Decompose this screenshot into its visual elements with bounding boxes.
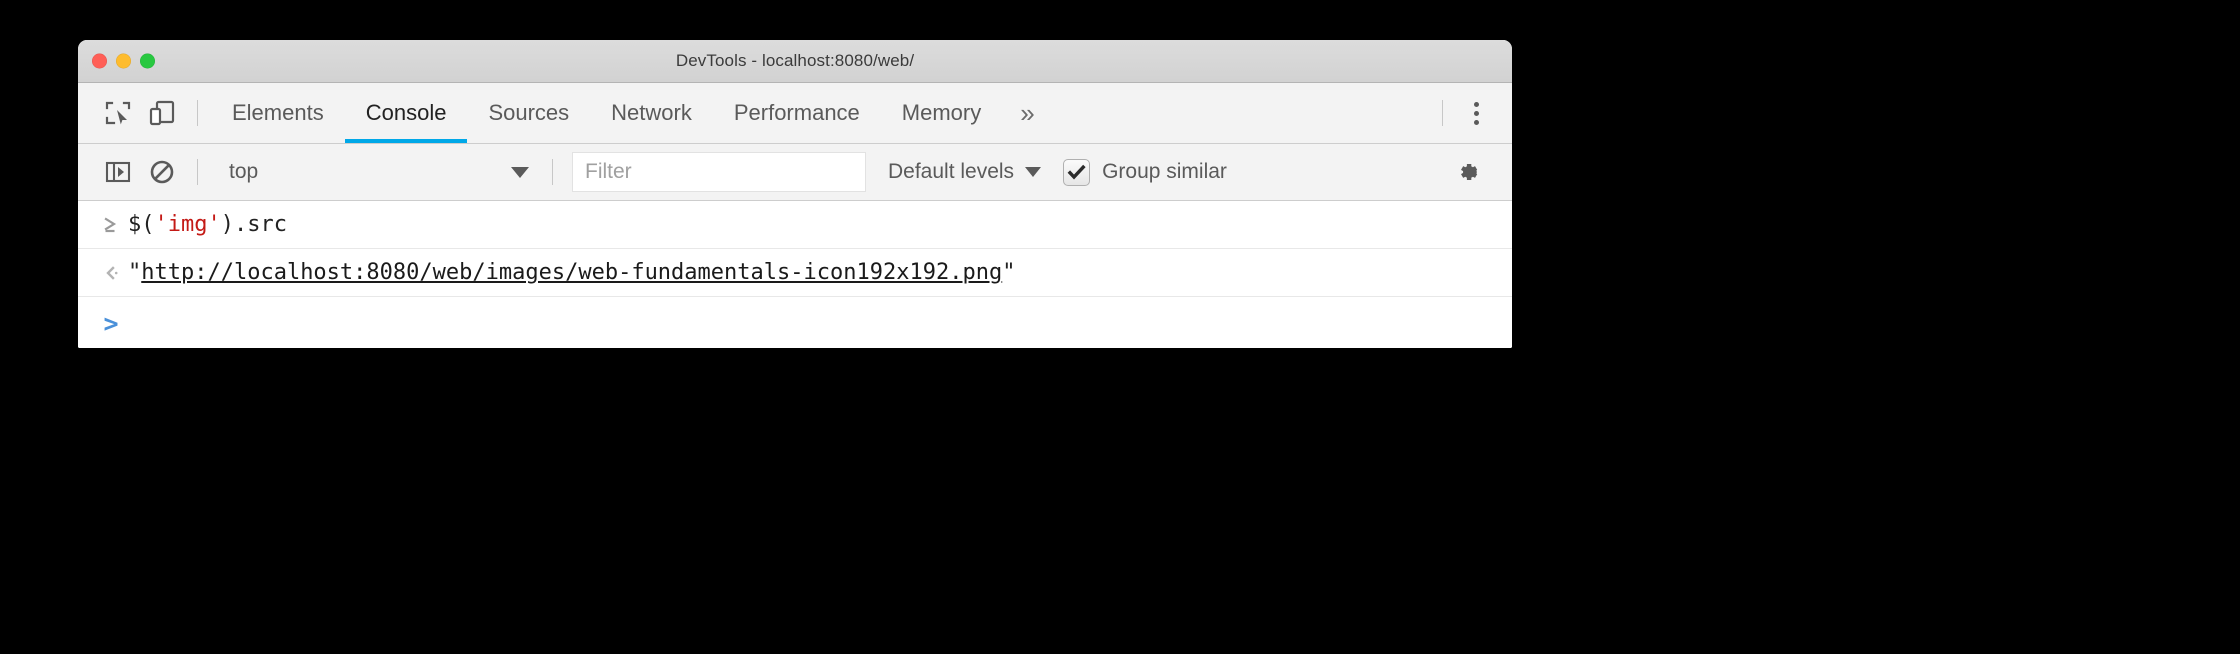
toolbar-divider [1442, 100, 1443, 126]
log-levels-dropdown[interactable]: Default levels [888, 160, 1042, 184]
kebab-dot [1473, 110, 1479, 116]
filter-placeholder: Filter [585, 160, 632, 183]
more-tabs-chevron-icon[interactable]: » [1002, 83, 1052, 143]
toolbar-divider [552, 159, 553, 185]
tab-label: Console [365, 100, 447, 125]
console-input-row[interactable]: $('img').src [78, 201, 1512, 249]
expression-prefix: $( [128, 212, 155, 237]
console-sidebar-toggle-icon[interactable] [96, 150, 140, 194]
tab-label: Network [611, 100, 692, 125]
clear-console-icon[interactable] [140, 150, 184, 194]
filter-input[interactable]: Filter [572, 152, 866, 192]
tab-label: Elements [232, 100, 324, 125]
inspect-element-icon[interactable] [96, 91, 140, 135]
tab-sources[interactable]: Sources [467, 83, 590, 143]
devtools-window: DevTools - localhost:8080/web/ Elements … [78, 40, 1512, 348]
result-url-link[interactable]: http://localhost:8080/web/images/web-fun… [141, 260, 1002, 285]
group-similar-label: Group similar [1102, 160, 1227, 183]
tab-bar-actions [1429, 91, 1512, 135]
tab-network[interactable]: Network [590, 83, 713, 143]
chevron-down-icon [1025, 167, 1042, 177]
kebab-dot [1473, 101, 1479, 107]
output-arrow-icon [94, 263, 128, 283]
execution-context-selector[interactable]: top [215, 155, 539, 189]
devtools-tab-bar: Elements Console Sources Network Perform… [78, 83, 1512, 144]
chevron-down-icon [511, 166, 529, 178]
title-bar: DevTools - localhost:8080/web/ [78, 40, 1512, 83]
prompt-chevron-icon: > [103, 308, 119, 338]
console-output-row[interactable]: "http://localhost:8080/web/images/web-fu… [78, 249, 1512, 297]
group-similar-checkbox[interactable] [1063, 158, 1091, 186]
device-toolbar-icon[interactable] [140, 91, 184, 135]
quote-open: " [128, 260, 142, 285]
input-arrow-icon [94, 215, 128, 235]
expression-string-literal: 'img' [154, 212, 221, 237]
tab-elements[interactable]: Elements [211, 83, 345, 143]
gear-icon[interactable] [1450, 150, 1494, 194]
quote-close: " [1002, 260, 1016, 285]
execution-context-value: top [229, 160, 259, 183]
window-title: DevTools - localhost:8080/web/ [675, 51, 915, 70]
tab-performance[interactable]: Performance [713, 83, 881, 143]
log-levels-label: Default levels [888, 160, 1015, 183]
tab-label: Sources [488, 100, 570, 125]
tab-label: Memory [901, 100, 982, 125]
kebab-dot [1473, 119, 1479, 125]
tab-memory[interactable]: Memory [881, 83, 1002, 143]
kebab-menu-icon[interactable] [1456, 91, 1496, 135]
group-similar-toggle[interactable]: Group similar [1063, 158, 1227, 186]
tab-console[interactable]: Console [344, 83, 468, 143]
expression-suffix: ).src [220, 212, 287, 237]
toolbar-divider [197, 100, 198, 126]
toolbar-divider [197, 159, 198, 185]
tab-label: Performance [733, 100, 860, 125]
console-toolbar: top Filter Default levels Group similar [78, 144, 1512, 201]
console-message-list: $('img').src "http://localhost:8080/web/… [78, 201, 1512, 348]
console-toolbar-actions [1450, 150, 1512, 194]
console-result: "http://localhost:8080/web/images/web-fu… [128, 260, 1015, 285]
console-expression: $('img').src [128, 212, 287, 237]
panel-tabs: Elements Console Sources Network Perform… [211, 83, 1053, 143]
console-prompt-row[interactable]: > [78, 297, 1512, 348]
